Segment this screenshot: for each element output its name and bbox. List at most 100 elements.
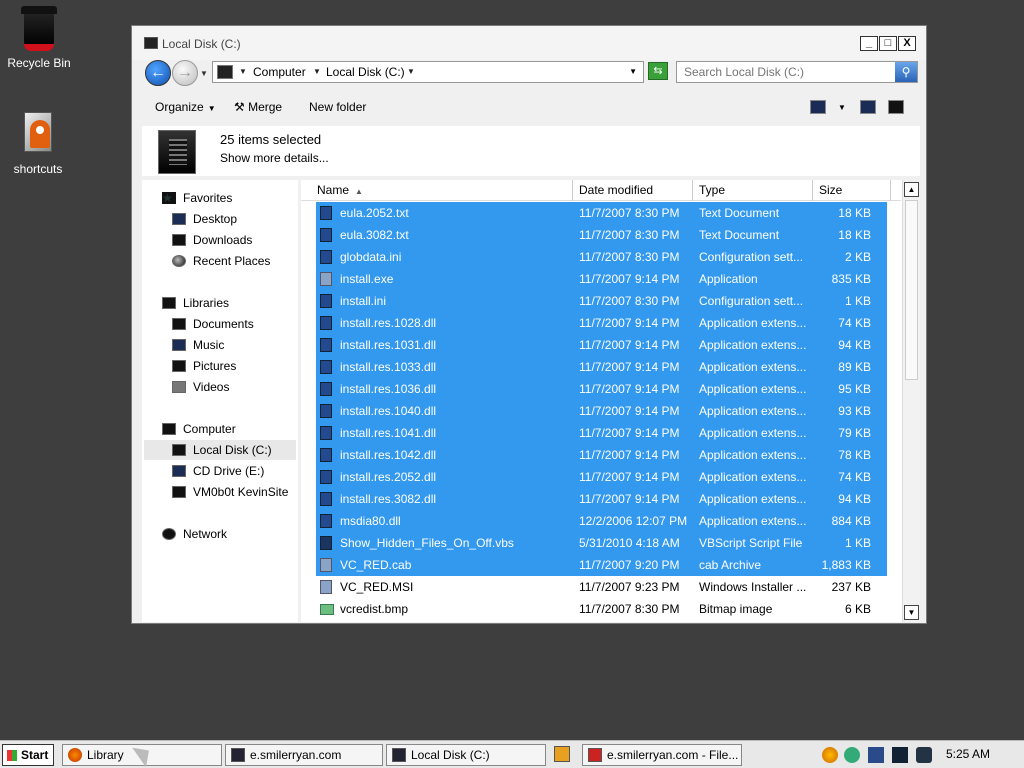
file-row[interactable]: install.res.1028.dll 11/7/2007 9:14 PM App… (301, 312, 901, 334)
file-row[interactable]: eula.3082.txt 11/7/2007 8:30 PM Text Docum… (301, 224, 901, 246)
file-name: install.ini (340, 294, 387, 308)
file-row[interactable]: msdia80.dll 12/2/2006 12:07 PM Application… (301, 510, 901, 532)
breadcrumb-computer[interactable]: Computer (253, 65, 306, 79)
nav-local-disk[interactable]: Local Disk (C:) (144, 440, 296, 460)
file-row[interactable]: install.exe 11/7/2007 9:14 PM Application 8… (301, 268, 901, 290)
desktop-icon-recycle-bin[interactable]: Recycle Bin (1, 6, 77, 70)
help-icon[interactable] (888, 100, 904, 114)
nav-network-drive[interactable]: VM0b0t KevinSite (172, 482, 288, 502)
merge-button[interactable]: ⚒ Merge (234, 100, 282, 114)
file-name: VC_RED.cab (340, 558, 412, 572)
nav-downloads[interactable]: Downloads (172, 230, 252, 250)
security-tray-icon[interactable] (844, 747, 860, 763)
downloads-icon (172, 234, 186, 246)
nav-network[interactable]: Network (162, 524, 227, 544)
nav-pictures[interactable]: Pictures (172, 356, 236, 376)
close-button[interactable]: X (898, 36, 916, 51)
change-view-icon[interactable] (810, 100, 826, 114)
explorer-window: Local Disk (C:) _ □ X ← → ▼ ▼ Computer ▼… (131, 25, 927, 624)
nav-recent-places[interactable]: Recent Places (172, 251, 270, 271)
file-icon (320, 514, 332, 528)
nav-videos[interactable]: Videos (172, 377, 229, 397)
file-row[interactable]: install.res.1040.dll 11/7/2007 9:14 PM App… (301, 400, 901, 422)
file-row[interactable]: vcredist.bmp 11/7/2007 8:30 PM Bitmap imag… (301, 598, 901, 620)
address-row: ← → ▼ ▼ Computer ▼ Local Disk (C:) ▼ ▼ ⇆… (142, 60, 918, 86)
taskbar-item-site[interactable]: e.smilerryan.com (225, 744, 383, 766)
file-row[interactable]: VC_RED.MSI 11/7/2007 9:23 PM Windows Insta… (301, 576, 901, 598)
column-header-date[interactable]: Date modified (573, 180, 693, 201)
search-icon[interactable]: ⚲ (895, 62, 917, 82)
file-row[interactable]: install.res.1036.dll 11/7/2007 9:14 PM App… (301, 378, 901, 400)
scroll-up-icon[interactable]: ▲ (904, 182, 919, 197)
new-folder-button[interactable]: New folder (309, 100, 366, 114)
file-row[interactable]: Show_Hidden_Files_On_Off.vbs 5/31/2010 4:… (301, 532, 901, 554)
search-box[interactable]: ⚲ (676, 61, 918, 83)
file-row[interactable]: globdata.ini 11/7/2007 8:30 PM Configurati… (301, 246, 901, 268)
column-header-name[interactable]: Name ▲ (311, 180, 573, 201)
refresh-button[interactable]: ⇆ (648, 62, 668, 80)
file-row[interactable]: install.res.3082.dll 11/7/2007 9:14 PM App… (301, 488, 901, 510)
display-tray-icon[interactable] (892, 747, 908, 763)
nav-cd-drive[interactable]: CD Drive (E:) (172, 461, 264, 481)
file-name: install.res.1031.dll (340, 338, 437, 352)
scroll-thumb[interactable] (905, 200, 918, 380)
search-tray-icon[interactable] (822, 747, 838, 763)
column-header-size[interactable]: Size (813, 180, 891, 201)
address-bar[interactable]: ▼ Computer ▼ Local Disk (C:) ▼ ▼ (212, 61, 644, 83)
file-row[interactable]: install.res.2052.dll 11/7/2007 9:14 PM App… (301, 466, 901, 488)
scroll-down-icon[interactable]: ▼ (904, 605, 919, 620)
volume-tray-icon[interactable] (916, 747, 932, 763)
network-tray-icon[interactable] (868, 747, 884, 763)
file-size: 94 KB (838, 338, 871, 352)
nav-favorites[interactable]: ★ Favorites (162, 188, 232, 208)
title-bar[interactable]: Local Disk (C:) _ □ X (132, 26, 926, 60)
recent-pages-chevron-down-icon[interactable]: ▼ (200, 69, 208, 78)
taskbar-item-local-disk[interactable]: Local Disk (C:) (386, 744, 546, 766)
file-row[interactable]: VC_RED.cab 11/7/2007 9:20 PM cab Archive 1,… (301, 554, 901, 576)
clock[interactable]: 5:25 AM (946, 747, 990, 761)
forward-button[interactable]: → (172, 60, 198, 86)
taskbar-item-filezilla[interactable]: e.smilerryan.com - File... (582, 744, 742, 766)
address-history-chevron-down-icon[interactable]: ▼ (629, 67, 637, 76)
nav-documents[interactable]: Documents (172, 314, 254, 334)
minimize-button[interactable]: _ (860, 36, 878, 51)
file-date: 11/7/2007 9:14 PM (579, 382, 680, 396)
merge-label: Merge (248, 100, 283, 114)
file-row[interactable]: install.res.1041.dll 11/7/2007 9:14 PM App… (301, 422, 901, 444)
vertical-scrollbar[interactable]: ▲ ▼ (902, 180, 920, 622)
file-row[interactable]: install.ini 11/7/2007 8:30 PM Configuratio… (301, 290, 901, 312)
file-row[interactable]: install.res.1033.dll 11/7/2007 9:14 PM App… (301, 356, 901, 378)
file-row[interactable]: eula.2052.txt 11/7/2007 8:30 PM Text Docum… (301, 202, 901, 224)
view-options-chevron-down-icon[interactable]: ▼ (838, 103, 846, 112)
file-icon (320, 294, 332, 308)
desktop-icon-shortcuts[interactable]: shortcuts (0, 110, 76, 176)
nav-desktop[interactable]: Desktop (172, 209, 237, 229)
search-input[interactable] (682, 64, 894, 80)
media-player-icon[interactable] (554, 746, 570, 762)
preview-pane-icon[interactable] (860, 100, 876, 114)
back-button[interactable]: ← (145, 60, 171, 86)
file-row[interactable]: install.res.1031.dll 11/7/2007 9:14 PM App… (301, 334, 901, 356)
chevron-down-icon[interactable]: ▼ (239, 67, 247, 76)
nav-music[interactable]: Music (172, 335, 224, 355)
breadcrumb-local-disk[interactable]: Local Disk (C:) (326, 65, 405, 79)
file-date: 11/7/2007 9:23 PM (579, 580, 680, 594)
show-more-details-link[interactable]: Show more details... (220, 151, 329, 165)
file-icon (320, 250, 332, 264)
file-row[interactable]: install.res.1042.dll 11/7/2007 9:14 PM App… (301, 444, 901, 466)
nav-libraries[interactable]: Libraries (162, 293, 229, 313)
nav-label: Favorites (183, 191, 233, 205)
chevron-down-icon[interactable]: ▼ (313, 67, 321, 76)
file-date: 11/7/2007 8:30 PM (579, 250, 680, 264)
column-header-type[interactable]: Type (693, 180, 813, 201)
desktop-icon-label: shortcuts (13, 162, 63, 176)
start-button[interactable]: Start (2, 744, 54, 766)
file-date: 11/7/2007 9:14 PM (579, 404, 680, 418)
organize-button[interactable]: Organize ▼ (155, 100, 216, 114)
chevron-down-icon[interactable]: ▼ (407, 67, 415, 76)
maximize-button[interactable]: □ (879, 36, 897, 51)
nav-computer[interactable]: Computer (162, 419, 236, 439)
nav-label: Recent Places (193, 254, 271, 268)
file-size: 6 KB (844, 602, 871, 616)
file-icon (320, 604, 334, 615)
